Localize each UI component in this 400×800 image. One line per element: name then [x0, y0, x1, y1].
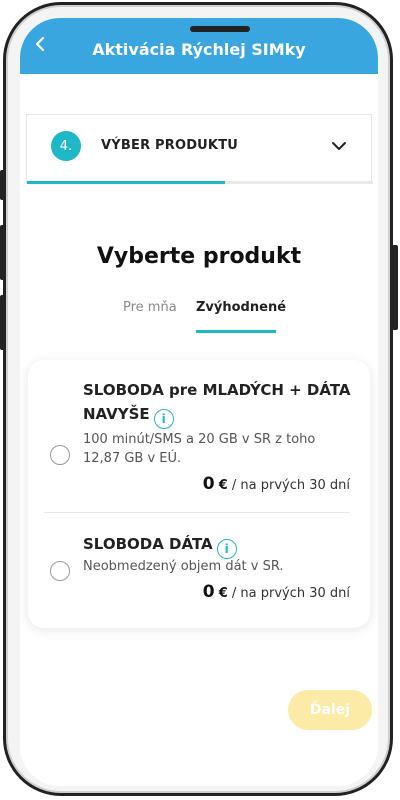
- product-name: SLOBODA DÁTA: [83, 535, 213, 553]
- info-icon[interactable]: i: [216, 539, 237, 559]
- chevron-down-icon: [332, 142, 346, 150]
- price-currency: €: [218, 478, 228, 493]
- tab-pre-mna[interactable]: Pre mňa: [123, 300, 177, 315]
- product-description: 100 minút/SMS a 20 GB v SR z toho 12,87 …: [83, 432, 316, 466]
- product-list: SLOBODA pre MLADÝCH + DÁTA NAVYŠE i 100 m…: [28, 360, 370, 628]
- step-accordion[interactable]: 4. VÝBER PRODUKTU: [26, 114, 373, 184]
- volume-down-button: [0, 295, 6, 350]
- speaker-notch: [190, 26, 250, 32]
- list-item[interactable]: SLOBODA pre MLADÝCH + DÁTA NAVYŠE i 100 m…: [28, 378, 370, 518]
- chevron-left-icon: [35, 37, 45, 51]
- step-progress-track: [27, 181, 373, 184]
- step-number-badge: 4.: [51, 131, 81, 161]
- product-price: 0 € / na prvých 30 dní: [203, 582, 350, 602]
- product-tabs: Pre mňa Zvýhodnené: [20, 300, 378, 336]
- info-icon[interactable]: i: [153, 409, 174, 429]
- price-value: 0: [202, 582, 215, 602]
- back-button[interactable]: [28, 32, 52, 56]
- divider: [44, 512, 350, 513]
- step-label: VÝBER PRODUKTU: [101, 138, 239, 153]
- product-description: Neobmedzený objem dát v SR.: [83, 559, 284, 574]
- volume-up-button: [0, 225, 6, 280]
- product-radio[interactable]: [50, 445, 70, 465]
- price-suffix: / na prvých 30 dní: [227, 478, 350, 493]
- mute-switch: [0, 170, 6, 200]
- section-title: Vyberte produkt: [96, 244, 302, 269]
- price-suffix: / na prvých 30 dní: [227, 586, 350, 601]
- step-progress-fill: [27, 181, 225, 184]
- screen: Aktivácia Rýchlej SIMky 4. VÝBER PRODUKT…: [20, 18, 378, 786]
- power-button: [392, 245, 398, 330]
- next-button[interactable]: Ďalej: [288, 690, 372, 730]
- page-title: Aktivácia Rýchlej SIMky: [92, 39, 306, 59]
- list-item[interactable]: SLOBODA DÁTA i Neobmedzený objem dát v SR…: [28, 532, 370, 622]
- tab-zvyhodnene[interactable]: Zvýhodnené: [196, 300, 286, 315]
- price-currency: €: [218, 586, 228, 601]
- price-value: 0: [202, 474, 215, 494]
- active-tab-indicator: [196, 330, 276, 333]
- expand-step-button[interactable]: [329, 136, 349, 156]
- product-radio[interactable]: [50, 561, 70, 581]
- product-price: 0 € / na prvých 30 dní: [203, 474, 350, 494]
- product-name: SLOBODA pre MLADÝCH + DÁTA NAVYŠE: [83, 381, 351, 423]
